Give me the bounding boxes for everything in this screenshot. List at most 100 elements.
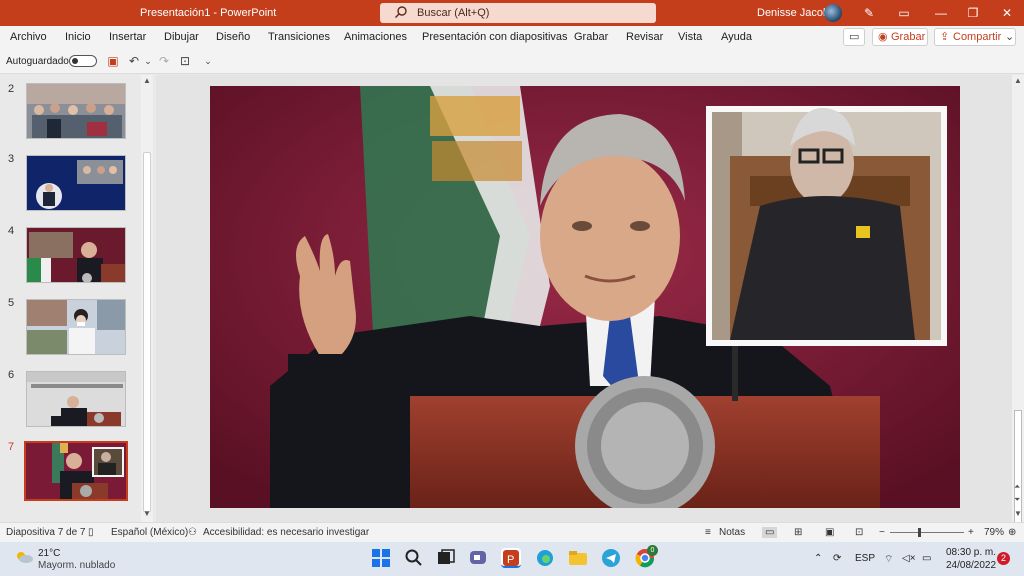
customize-toolbar-icon[interactable]: ⌄ (201, 54, 215, 68)
menu-presentacion[interactable]: Presentación con diapositivas (422, 31, 568, 43)
quick-access-toolbar: Autoguardado ▣ ↶ ⌄ ↷ ⊡ ⌄ (0, 48, 1024, 74)
undo-dropdown-icon[interactable]: ⌄ (141, 54, 155, 68)
slide-number: 7 (8, 441, 15, 453)
menu-insertar[interactable]: Insertar (109, 31, 146, 43)
restore-icon[interactable]: ❐ (964, 4, 982, 22)
slide-thumbnail-5[interactable] (26, 299, 126, 355)
zoom-in-icon[interactable]: + (968, 527, 974, 538)
slide-number: 2 (8, 83, 15, 95)
next-slide-icon[interactable]: ⏷ (1014, 495, 1020, 505)
zoom-level[interactable]: 79% (984, 527, 1004, 538)
slide-thumbnail-2[interactable] (26, 83, 126, 139)
title-bar: Presentación1 - PowerPoint Buscar (Alt+Q… (0, 0, 1024, 26)
search-box[interactable]: Buscar (Alt+Q) (380, 3, 656, 23)
slideshow-icon[interactable]: ⊡ (855, 527, 863, 538)
wifi-icon[interactable]: ⌔ (884, 553, 893, 566)
reading-view-icon[interactable]: ▣ (825, 527, 834, 538)
sync-icon[interactable]: ⟳ (833, 553, 841, 564)
zoom-slider[interactable] (890, 532, 964, 533)
zoom-out-icon[interactable]: − (879, 527, 885, 538)
slide-thumbnail-4[interactable] (26, 227, 126, 283)
present-icon[interactable]: ⊡ (178, 54, 192, 68)
menu-archivo[interactable]: Archivo (10, 31, 47, 43)
slide-number: 4 (8, 225, 15, 237)
teams-chat-icon[interactable] (468, 548, 488, 568)
slide-photo (210, 86, 960, 508)
comment-icon: ▭ (849, 31, 860, 43)
slide-number: 5 (8, 297, 15, 309)
redo-icon[interactable]: ↷ (157, 54, 171, 68)
slide-scrollbar[interactable]: ▲ ⏶ ⏷ ▼ (1012, 75, 1024, 545)
record-button[interactable]: ◉ Grabar (872, 28, 928, 46)
autosave-toggle[interactable] (69, 55, 97, 67)
battery-icon[interactable]: ▭ (922, 553, 931, 564)
accessibility-status[interactable]: Accesibilidad: es necesario investigar (203, 527, 369, 538)
search-placeholder: Buscar (Alt+Q) (417, 7, 490, 19)
whatsapp-badge: 0 (647, 545, 658, 556)
current-slide[interactable] (210, 86, 960, 508)
search-icon[interactable] (404, 548, 424, 568)
weather-icon[interactable] (14, 550, 34, 564)
windows-start-icon[interactable] (371, 548, 391, 568)
accessibility-icon: ⚇ (188, 527, 197, 538)
menu-dibujar[interactable]: Dibujar (164, 31, 199, 43)
scroll-down-icon[interactable]: ▼ (143, 509, 151, 518)
telegram-icon[interactable] (601, 548, 621, 568)
slide-thumbnail-6[interactable] (26, 371, 126, 427)
undo-icon[interactable]: ↶ (127, 54, 141, 68)
notification-badge[interactable]: 2 (997, 552, 1010, 565)
slide-number: 6 (8, 369, 15, 381)
menu-bar: Archivo Inicio Insertar Dibujar Diseño T… (0, 26, 1024, 48)
save-icon[interactable]: ▣ (106, 54, 120, 68)
share-icon: ⇪ (940, 31, 950, 43)
search-icon (394, 5, 408, 22)
weather-temp[interactable]: 21°C (38, 548, 60, 559)
notes-icon: ≡ (705, 527, 711, 538)
scrollbar-thumb[interactable] (143, 152, 151, 512)
menu-animaciones[interactable]: Animaciones (344, 31, 407, 43)
scroll-up-icon[interactable]: ▲ (1014, 76, 1022, 85)
thumbnail-pane: 2 3 4 5 6 7 (0, 75, 155, 522)
comments-button[interactable]: ▭ (843, 28, 865, 46)
slide-number: 3 (8, 153, 15, 165)
close-icon[interactable]: ✕ (998, 4, 1016, 22)
menu-ayuda[interactable]: Ayuda (721, 31, 752, 43)
menu-grabar[interactable]: Grabar (574, 31, 608, 43)
menu-transiciones[interactable]: Transiciones (268, 31, 330, 43)
file-explorer-icon[interactable] (568, 548, 588, 568)
avatar[interactable] (824, 4, 842, 22)
menu-vista[interactable]: Vista (678, 31, 702, 43)
slide-counter: Diapositiva 7 de 7 (6, 527, 86, 538)
ribbon-display-icon[interactable]: ▭ (895, 4, 913, 22)
normal-view-icon[interactable]: ▭ (762, 527, 778, 538)
previous-slide-icon[interactable]: ⏶ (1014, 482, 1020, 492)
pen-icon[interactable]: ✎ (860, 4, 878, 22)
task-view-icon[interactable] (436, 548, 456, 568)
menu-diseno[interactable]: Diseño (216, 31, 250, 43)
slide-thumbnail-7[interactable] (24, 441, 128, 501)
spellcheck-icon[interactable]: ▯ (88, 527, 94, 538)
scroll-up-icon[interactable]: ▲ (143, 76, 151, 85)
language-indicator[interactable]: Español (México) (111, 527, 188, 538)
volume-icon[interactable]: ◁× (902, 553, 916, 564)
fit-to-window-icon[interactable]: ⊕ (1008, 527, 1016, 538)
clock-time[interactable]: 08:30 p. m. (946, 547, 996, 558)
chevron-up-icon[interactable]: ⌃ (814, 553, 822, 564)
share-label: Compartir (953, 31, 1002, 43)
powerpoint-icon[interactable]: P (501, 548, 521, 568)
zoom-slider-handle[interactable] (918, 528, 921, 537)
slide-sorter-icon[interactable]: ⊞ (794, 527, 802, 538)
clock-date[interactable]: 24/08/2022 (946, 560, 996, 571)
menu-revisar[interactable]: Revisar (626, 31, 663, 43)
menu-inicio[interactable]: Inicio (65, 31, 91, 43)
scroll-down-icon[interactable]: ▼ (1014, 509, 1022, 518)
thumbnail-scrollbar[interactable]: ▲ ▼ (141, 75, 153, 522)
minimize-icon[interactable]: — (932, 4, 950, 22)
input-language[interactable]: ESP (855, 553, 875, 564)
notes-button[interactable]: Notas (719, 527, 745, 538)
edge-icon[interactable] (535, 548, 555, 568)
svg-text:P: P (507, 554, 514, 566)
weather-description[interactable]: Mayorm. nublado (38, 560, 115, 571)
slide-thumbnail-3[interactable] (26, 155, 126, 211)
share-button[interactable]: ⇪ Compartir ⌄ (934, 28, 1016, 46)
